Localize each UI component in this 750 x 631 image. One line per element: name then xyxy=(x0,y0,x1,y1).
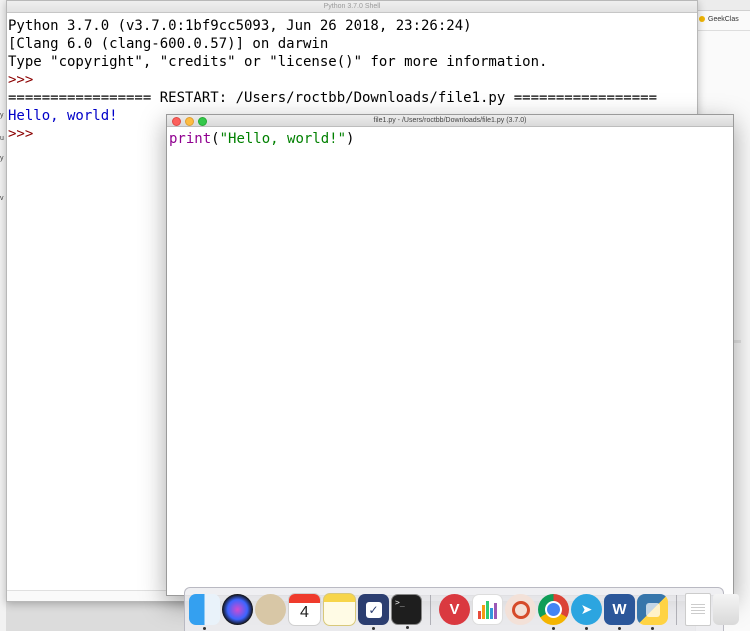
terminal-icon[interactable]: >_ xyxy=(391,594,422,629)
dock-separator xyxy=(676,594,677,625)
paper-plane-icon: ➤ xyxy=(580,601,593,618)
document-lines-icon xyxy=(691,603,705,616)
close-window-button[interactable] xyxy=(172,117,181,126)
zoom-window-button[interactable] xyxy=(198,117,207,126)
shell-banner-line: Python 3.7.0 (v3.7.0:1bf9cc5093, Jun 26 … xyxy=(8,18,472,34)
word-icon[interactable]: W xyxy=(604,594,635,630)
calendar-day: 4 xyxy=(300,604,309,621)
code-string: "Hello, world!" xyxy=(219,131,347,147)
left-edge-fragment: u xyxy=(0,135,4,142)
launchpad-icon[interactable] xyxy=(255,594,286,625)
editor-title: file1.py - /Users/roctbb/Downloads/file1… xyxy=(373,117,527,124)
left-edge-fragment: y xyxy=(0,112,4,119)
running-indicator xyxy=(618,627,621,630)
running-indicator xyxy=(585,627,588,630)
word-letter: W xyxy=(612,601,627,618)
code-editor-area[interactable]: print("Hello, world!") xyxy=(167,127,733,148)
shell-banner-line: [Clang 6.0 (clang-600.0.57)] on darwin xyxy=(8,36,329,52)
running-indicator xyxy=(203,627,206,630)
checkmark-icon: ✓ xyxy=(365,601,382,618)
chrome-icon[interactable] xyxy=(538,594,569,630)
scrobbles-icon[interactable] xyxy=(505,594,536,625)
minimize-window-button[interactable] xyxy=(185,117,194,126)
trash-icon[interactable] xyxy=(713,594,739,625)
chrome-center-icon xyxy=(545,601,562,618)
browser-tab[interactable]: GeekClas xyxy=(699,11,750,27)
shell-banner-line: Type "copyright", "credits" or "license(… xyxy=(8,54,548,70)
left-edge-fragment: v xyxy=(0,195,4,202)
left-edge-fragment: y xyxy=(0,155,4,162)
running-indicator xyxy=(372,627,375,630)
browser-tab-label: GeekClas xyxy=(708,15,739,23)
vpn-letter: V xyxy=(449,601,460,618)
shell-prompt: >>> xyxy=(8,72,42,88)
telegram-icon[interactable]: ➤ xyxy=(571,594,602,630)
bar-icon xyxy=(482,605,485,619)
background-window-titlebar xyxy=(696,0,750,11)
dock: 4 ✓ >_ V ➤ W xyxy=(184,587,739,631)
bar-icon xyxy=(478,611,481,619)
code-paren-open: ( xyxy=(211,131,220,147)
running-indicator xyxy=(651,627,654,630)
python-idle-icon[interactable] xyxy=(637,594,668,630)
shell-titlebar[interactable]: Python 3.7.0 Shell xyxy=(7,1,697,13)
tasks-icon[interactable]: ✓ xyxy=(358,594,389,630)
running-indicator xyxy=(552,627,555,630)
running-indicator xyxy=(406,626,409,629)
divider xyxy=(696,30,750,31)
calendar-month-bar xyxy=(289,594,320,603)
bar-icon xyxy=(490,608,493,619)
editor-titlebar[interactable]: file1.py - /Users/roctbb/Downloads/file1… xyxy=(167,115,733,127)
notes-icon[interactable] xyxy=(323,593,356,626)
bar-icon xyxy=(494,603,497,619)
calendar-icon[interactable]: 4 xyxy=(288,593,321,626)
python-logo-icon xyxy=(645,602,660,617)
expressvpn-icon[interactable]: V xyxy=(439,594,470,625)
code-paren-close: ) xyxy=(346,131,355,147)
bar-icon xyxy=(486,601,489,619)
code-keyword: print xyxy=(169,131,212,147)
record-icon xyxy=(511,600,530,619)
lightbulb-icon xyxy=(699,16,705,22)
finder-icon[interactable] xyxy=(189,594,220,630)
istat-menus-icon[interactable] xyxy=(472,594,503,625)
editor-window: file1.py - /Users/roctbb/Downloads/file1… xyxy=(166,114,734,596)
document-icon[interactable] xyxy=(685,593,711,626)
window-controls xyxy=(172,117,207,126)
terminal-prompt-glyph: >_ xyxy=(395,598,405,607)
shell-restart-line: ================= RESTART: /Users/roctbb… xyxy=(8,90,658,106)
dock-separator xyxy=(430,594,431,625)
siri-icon[interactable] xyxy=(222,594,253,625)
